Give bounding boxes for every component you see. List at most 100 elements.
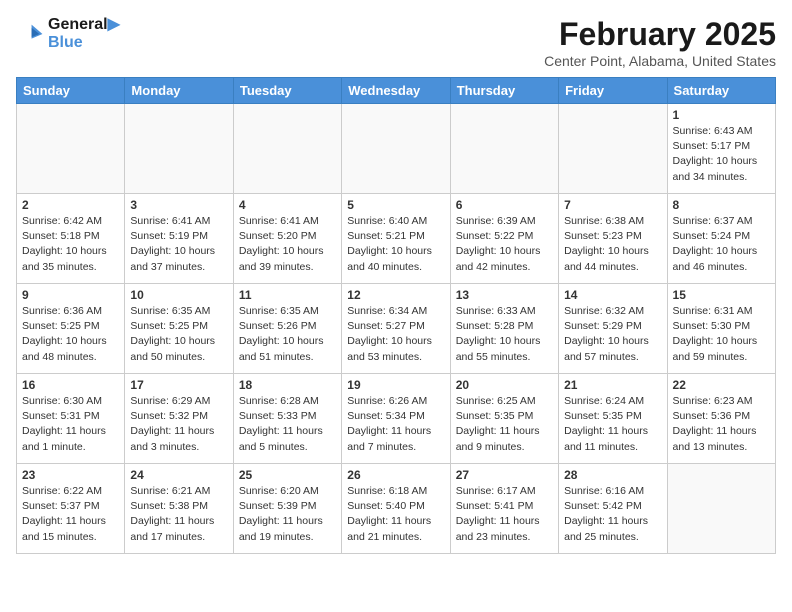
weekday-header-monday: Monday [125,78,233,104]
day-info: Sunrise: 6:40 AM Sunset: 5:21 PM Dayligh… [347,214,444,275]
day-number: 4 [239,198,336,212]
day-number: 5 [347,198,444,212]
calendar-cell [233,104,341,194]
day-info: Sunrise: 6:39 AM Sunset: 5:22 PM Dayligh… [456,214,553,275]
calendar-cell [17,104,125,194]
calendar-cell: 25 Sunrise: 6:20 AM Sunset: 5:39 PM Dayli… [233,464,341,554]
day-info: Sunrise: 6:26 AM Sunset: 5:34 PM Dayligh… [347,394,444,455]
calendar-cell: 16 Sunrise: 6:30 AM Sunset: 5:31 PM Dayli… [17,374,125,464]
day-info: Sunrise: 6:20 AM Sunset: 5:39 PM Dayligh… [239,484,336,545]
calendar-cell: 21 Sunrise: 6:24 AM Sunset: 5:35 PM Dayli… [559,374,667,464]
logo-text: General▶ Blue [48,16,120,51]
weekday-header-sunday: Sunday [17,78,125,104]
calendar-table: SundayMondayTuesdayWednesdayThursdayFrid… [16,77,776,554]
week-row-0: 1Sunrise: 6:43 AM Sunset: 5:17 PM Daylig… [17,104,776,194]
day-info: Sunrise: 6:25 AM Sunset: 5:35 PM Dayligh… [456,394,553,455]
calendar-cell [450,104,558,194]
calendar-cell: 1Sunrise: 6:43 AM Sunset: 5:17 PM Daylig… [667,104,775,194]
calendar-cell [667,464,775,554]
day-number: 28 [564,468,661,482]
calendar-cell: 7 Sunrise: 6:38 AM Sunset: 5:23 PM Daylig… [559,194,667,284]
day-number: 22 [673,378,770,392]
day-info: Sunrise: 6:41 AM Sunset: 5:20 PM Dayligh… [239,214,336,275]
calendar-cell: 15Sunrise: 6:31 AM Sunset: 5:30 PM Dayli… [667,284,775,374]
day-info: Sunrise: 6:30 AM Sunset: 5:31 PM Dayligh… [22,394,119,455]
day-number: 9 [22,288,119,302]
day-number: 16 [22,378,119,392]
calendar-cell: 10 Sunrise: 6:35 AM Sunset: 5:25 PM Dayli… [125,284,233,374]
day-info: Sunrise: 6:36 AM Sunset: 5:25 PM Dayligh… [22,304,119,365]
day-info: Sunrise: 6:35 AM Sunset: 5:26 PM Dayligh… [239,304,336,365]
day-info: Sunrise: 6:31 AM Sunset: 5:30 PM Dayligh… [673,304,770,365]
title-block: February 2025 Center Point, Alabama, Uni… [544,16,776,69]
day-number: 27 [456,468,553,482]
day-info: Sunrise: 6:41 AM Sunset: 5:19 PM Dayligh… [130,214,227,275]
week-row-2: 9 Sunrise: 6:36 AM Sunset: 5:25 PM Daylig… [17,284,776,374]
day-info: Sunrise: 6:16 AM Sunset: 5:42 PM Dayligh… [564,484,661,545]
day-number: 2 [22,198,119,212]
day-number: 8 [673,198,770,212]
day-number: 3 [130,198,227,212]
calendar-cell: 18 Sunrise: 6:28 AM Sunset: 5:33 PM Dayli… [233,374,341,464]
calendar-cell: 3 Sunrise: 6:41 AM Sunset: 5:19 PM Daylig… [125,194,233,284]
day-number: 11 [239,288,336,302]
calendar-cell: 11 Sunrise: 6:35 AM Sunset: 5:26 PM Dayli… [233,284,341,374]
day-info: Sunrise: 6:21 AM Sunset: 5:38 PM Dayligh… [130,484,227,545]
weekday-header-saturday: Saturday [667,78,775,104]
calendar-cell: 5 Sunrise: 6:40 AM Sunset: 5:21 PM Daylig… [342,194,450,284]
day-number: 21 [564,378,661,392]
calendar-cell: 22 Sunrise: 6:23 AM Sunset: 5:36 PM Dayli… [667,374,775,464]
day-info: Sunrise: 6:34 AM Sunset: 5:27 PM Dayligh… [347,304,444,365]
logo: General▶ Blue [16,16,120,51]
day-number: 25 [239,468,336,482]
day-info: Sunrise: 6:33 AM Sunset: 5:28 PM Dayligh… [456,304,553,365]
weekday-header-wednesday: Wednesday [342,78,450,104]
day-info: Sunrise: 6:37 AM Sunset: 5:24 PM Dayligh… [673,214,770,275]
day-info: Sunrise: 6:38 AM Sunset: 5:23 PM Dayligh… [564,214,661,275]
calendar-cell [559,104,667,194]
day-number: 14 [564,288,661,302]
calendar-cell: 8 Sunrise: 6:37 AM Sunset: 5:24 PM Daylig… [667,194,775,284]
day-info: Sunrise: 6:29 AM Sunset: 5:32 PM Dayligh… [130,394,227,455]
day-info: Sunrise: 6:22 AM Sunset: 5:37 PM Dayligh… [22,484,119,545]
day-number: 10 [130,288,227,302]
calendar-cell: 24 Sunrise: 6:21 AM Sunset: 5:38 PM Dayli… [125,464,233,554]
day-number: 18 [239,378,336,392]
calendar-cell [125,104,233,194]
day-number: 12 [347,288,444,302]
day-number: 19 [347,378,444,392]
day-info: Sunrise: 6:23 AM Sunset: 5:36 PM Dayligh… [673,394,770,455]
day-info: Sunrise: 6:28 AM Sunset: 5:33 PM Dayligh… [239,394,336,455]
week-row-3: 16 Sunrise: 6:30 AM Sunset: 5:31 PM Dayli… [17,374,776,464]
calendar-cell: 20 Sunrise: 6:25 AM Sunset: 5:35 PM Dayli… [450,374,558,464]
page-header: General▶ Blue February 2025 Center Point… [16,16,776,69]
day-info: Sunrise: 6:35 AM Sunset: 5:25 PM Dayligh… [130,304,227,365]
day-number: 13 [456,288,553,302]
calendar-cell: 27Sunrise: 6:17 AM Sunset: 5:41 PM Dayli… [450,464,558,554]
calendar-cell: 9 Sunrise: 6:36 AM Sunset: 5:25 PM Daylig… [17,284,125,374]
calendar-cell: 2 Sunrise: 6:42 AM Sunset: 5:18 PM Daylig… [17,194,125,284]
weekday-header-friday: Friday [559,78,667,104]
calendar-cell: 4 Sunrise: 6:41 AM Sunset: 5:20 PM Daylig… [233,194,341,284]
calendar-cell: 12 Sunrise: 6:34 AM Sunset: 5:27 PM Dayli… [342,284,450,374]
day-number: 6 [456,198,553,212]
day-number: 26 [347,468,444,482]
day-number: 23 [22,468,119,482]
day-number: 20 [456,378,553,392]
day-number: 24 [130,468,227,482]
day-info: Sunrise: 6:24 AM Sunset: 5:35 PM Dayligh… [564,394,661,455]
month-title: February 2025 [544,16,776,53]
weekday-header-row: SundayMondayTuesdayWednesdayThursdayFrid… [17,78,776,104]
logo-icon [16,20,44,48]
week-row-1: 2 Sunrise: 6:42 AM Sunset: 5:18 PM Daylig… [17,194,776,284]
calendar-cell: 17Sunrise: 6:29 AM Sunset: 5:32 PM Dayli… [125,374,233,464]
calendar-cell: 14Sunrise: 6:32 AM Sunset: 5:29 PM Dayli… [559,284,667,374]
day-number: 7 [564,198,661,212]
day-info: Sunrise: 6:42 AM Sunset: 5:18 PM Dayligh… [22,214,119,275]
calendar-cell: 26 Sunrise: 6:18 AM Sunset: 5:40 PM Dayli… [342,464,450,554]
day-info: Sunrise: 6:18 AM Sunset: 5:40 PM Dayligh… [347,484,444,545]
calendar-cell [342,104,450,194]
calendar-cell: 19 Sunrise: 6:26 AM Sunset: 5:34 PM Dayli… [342,374,450,464]
calendar-cell: 28 Sunrise: 6:16 AM Sunset: 5:42 PM Dayli… [559,464,667,554]
calendar-cell: 23 Sunrise: 6:22 AM Sunset: 5:37 PM Dayli… [17,464,125,554]
